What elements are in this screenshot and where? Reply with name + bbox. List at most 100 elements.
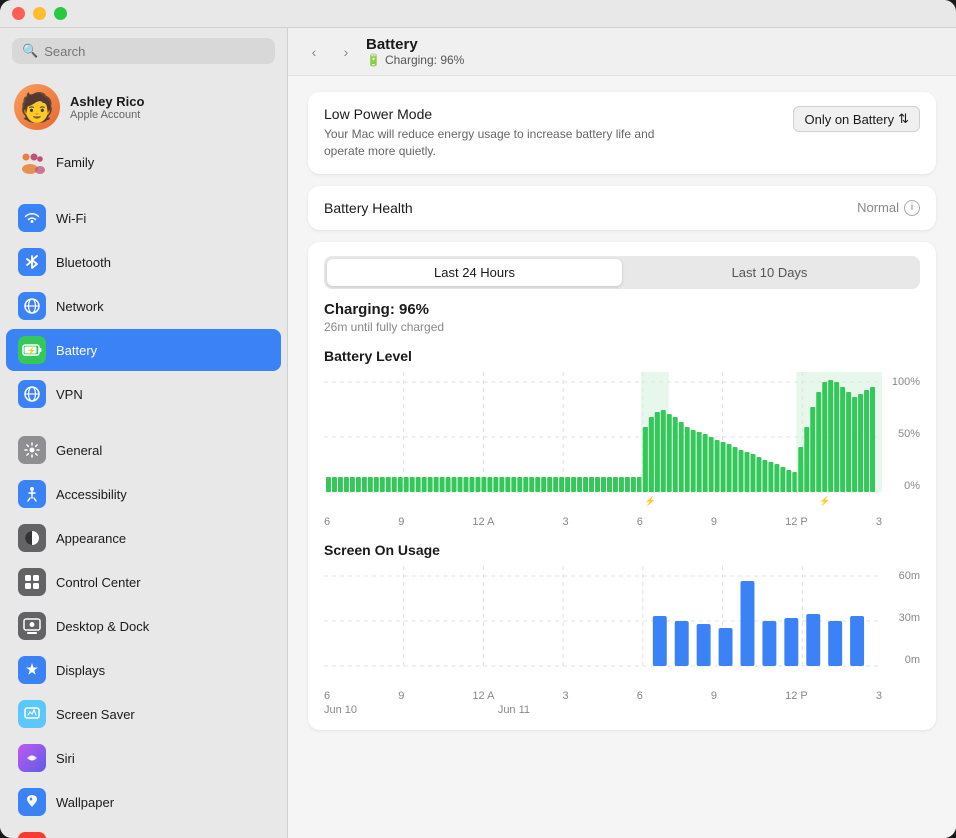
sidebar-item-general[interactable]: General [6,429,281,471]
sidebar-item-appearance[interactable]: Appearance [6,517,281,559]
low-power-select[interactable]: Only on Battery ⇅ [793,106,920,132]
wallpaper-icon [18,788,46,816]
info-button[interactable]: i [904,200,920,216]
battery-level-title: Battery Level [324,348,920,364]
sidebar-item-control-center[interactable]: Control Center [6,561,281,603]
charging-status: Charging: 96% [324,301,920,318]
user-info: Ashley Rico Apple Account [70,94,144,121]
sidebar-item-wallpaper[interactable]: Wallpaper [6,781,281,823]
battery-x-9b: 9 [711,516,717,528]
battery-x-3: 3 [563,516,569,528]
panel-subtitle: 🔋 Charging: 96% [366,53,464,67]
battery-sidebar-icon: ⚡ [18,336,46,364]
screen-saver-icon [18,700,46,728]
usage-x-6: 6 [324,690,330,702]
usage-x-12a: 12 A [472,690,494,702]
usage-y-30: 30m [882,612,920,624]
date-jun11: Jun 11 [498,704,530,716]
panel-body: Low Power Mode Your Mac will reduce ener… [288,76,956,838]
search-input[interactable] [44,44,265,59]
sidebar-item-battery[interactable]: ⚡ Battery [6,329,281,371]
time-btn-10d[interactable]: Last 10 Days [622,259,917,286]
sidebar-item-siri[interactable]: Siri [6,737,281,779]
user-profile[interactable]: 🧑 Ashley Rico Apple Account [0,74,287,140]
sidebar-item-wifi[interactable]: Wi-Fi [6,197,281,239]
battery-health-value: Normal i [857,200,920,216]
notifications-icon [18,832,46,838]
battery-x-12a: 12 A [472,516,494,528]
usage-x-labels: 6 9 12 A 3 6 9 12 P 3 [324,690,882,702]
battery-x-6b: 6 [637,516,643,528]
usage-x-3: 3 [563,690,569,702]
screen-usage-title: Screen On Usage [324,542,920,558]
battery-x-9: 9 [398,516,404,528]
sidebar-item-label-bluetooth: Bluetooth [56,255,111,270]
battery-chart-card: Last 24 Hours Last 10 Days Charging: 96%… [308,242,936,730]
usage-x-9b: 9 [711,690,717,702]
usage-x-9: 9 [398,690,404,702]
sidebar-item-network[interactable]: Network [6,285,281,327]
sidebar-item-label-control-center: Control Center [56,575,141,590]
battery-y-labels: 100% 50% 0% [882,372,920,512]
bluetooth-icon [18,248,46,276]
panel-header: ‹ › Battery 🔋 Charging: 96% [288,28,956,76]
siri-icon [18,744,46,772]
battery-level-svg: ⚡ [324,372,882,512]
battery-header-icon: 🔋 [366,53,381,67]
minimize-button[interactable] [33,7,46,20]
title-bar [0,0,956,28]
battery-health-title: Battery Health [324,200,413,216]
user-subtitle: Apple Account [70,109,144,121]
network-icon [18,292,46,320]
time-selector: Last 24 Hours Last 10 Days [324,256,920,289]
sidebar-item-family[interactable]: Family [6,141,281,183]
family-icon [18,148,46,176]
search-icon: 🔍 [22,43,38,59]
sidebar-item-label-accessibility: Accessibility [56,487,127,502]
battery-y-label-0: 0% [882,480,920,492]
battery-x-3b: 3 [876,516,882,528]
low-power-mode-card: Low Power Mode Your Mac will reduce ener… [308,92,936,174]
search-box: 🔍 [12,38,275,64]
usage-x-3b: 3 [876,690,882,702]
sidebar-item-label-desktop-dock: Desktop & Dock [56,619,149,634]
sidebar-item-screen-saver[interactable]: Screen Saver [6,693,281,735]
time-btn-24h[interactable]: Last 24 Hours [327,259,622,286]
sidebar-item-accessibility[interactable]: Accessibility [6,473,281,515]
date-jun10: Jun 10 [324,704,357,716]
sidebar-item-label-vpn: VPN [56,387,83,402]
sidebar-item-label-general: General [56,443,102,458]
sidebar-item-bluetooth[interactable]: Bluetooth [6,241,281,283]
svg-text:⚡: ⚡ [27,346,36,355]
usage-y-0: 0m [882,654,920,666]
accessibility-icon [18,480,46,508]
usage-x-section: 6 9 12 A 3 6 9 12 P 3 Jun 10 Jun [324,690,920,716]
displays-icon [18,656,46,684]
battery-chart-svg-area: ⚡ [324,372,882,512]
close-button[interactable] [12,7,25,20]
sidebar-item-vpn[interactable]: VPN [6,373,281,415]
battery-y-label-50: 50% [882,428,920,440]
svg-text:⚡: ⚡ [819,495,830,507]
sidebar-item-notifications[interactable]: Notifications [6,825,281,838]
sidebar-item-displays[interactable]: Displays [6,649,281,691]
usage-y-labels: 60m 30m 0m [882,566,920,686]
panel-title-section: Battery 🔋 Charging: 96% [366,36,464,67]
sidebar-item-label-family: Family [56,155,94,170]
screen-usage-svg-area [324,566,882,686]
battery-x-6: 6 [324,516,330,528]
back-button[interactable]: ‹ [302,40,326,64]
usage-date-labels: Jun 10 Jun 11 [324,704,882,716]
low-power-desc: Your Mac will reduce energy usage to inc… [324,126,684,160]
maximize-button[interactable] [54,7,67,20]
usage-y-60: 60m [882,570,920,582]
appearance-icon [18,524,46,552]
forward-button[interactable]: › [334,40,358,64]
battery-x-labels: 6 9 12 A 3 6 9 12 P 3 [324,516,920,528]
low-power-value: Only on Battery [804,112,894,127]
usage-x-12p: 12 P [785,690,808,702]
sidebar-item-label-battery: Battery [56,343,97,358]
battery-health-status: Normal [857,200,899,215]
sidebar-item-desktop-dock[interactable]: Desktop & Dock [6,605,281,647]
sidebar-item-label-wifi: Wi-Fi [56,211,86,226]
